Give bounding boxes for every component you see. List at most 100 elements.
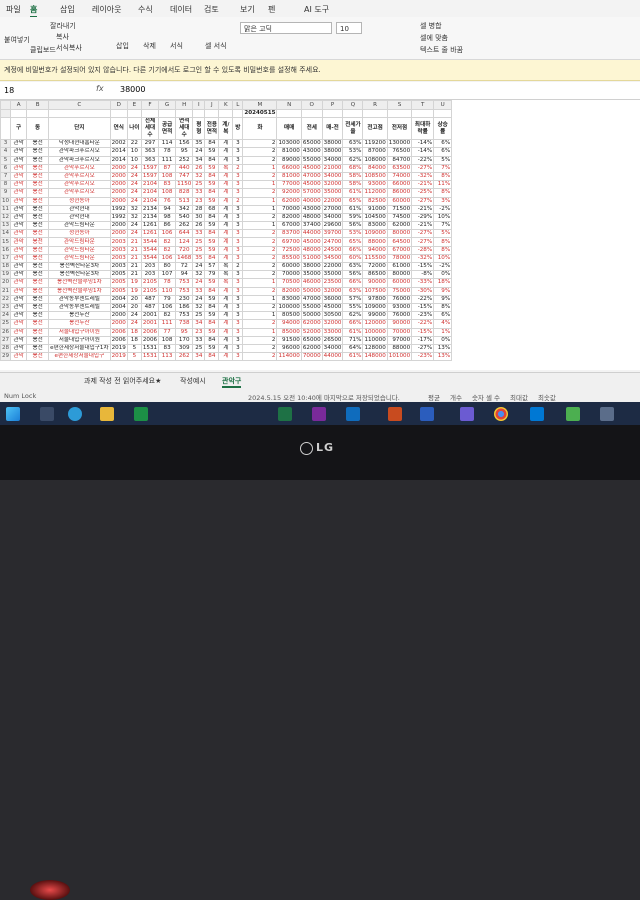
cell[interactable]: [126, 108, 142, 119]
ribbon-tab-7[interactable]: 보기: [240, 4, 255, 15]
cell[interactable]: 20: [126, 302, 142, 313]
column-header-P[interactable]: P: [321, 100, 344, 110]
cell[interactable]: 262: [175, 221, 194, 231]
cell[interactable]: 계: [218, 352, 234, 362]
row-header[interactable]: 22: [0, 294, 12, 304]
cell[interactable]: 5: [126, 343, 142, 354]
cell[interactable]: 4%: [433, 319, 453, 329]
cell[interactable]: 관악: [10, 196, 28, 206]
cell[interactable]: 120000: [362, 319, 388, 329]
cell[interactable]: 203: [140, 261, 160, 272]
cell[interactable]: 80: [158, 261, 177, 272]
cell[interactable]: 6%: [433, 139, 453, 149]
cell[interactable]: 60000: [386, 196, 413, 206]
cell[interactable]: 43000: [300, 204, 323, 214]
sheet-tab-1[interactable]: 작성예시: [180, 376, 206, 386]
cell[interactable]: 관악드림타운: [48, 253, 111, 264]
ribbon-tab-6[interactable]: 검토: [204, 4, 219, 15]
cell[interactable]: 2104: [140, 180, 160, 190]
cell[interactable]: 봉천: [26, 302, 50, 313]
cell[interactable]: 37400: [300, 221, 323, 231]
cell[interactable]: 67000: [276, 221, 302, 231]
cell[interactable]: 6%: [433, 311, 453, 321]
cell[interactable]: [140, 108, 160, 119]
cell[interactable]: 계: [218, 237, 234, 247]
cell[interactable]: 513: [175, 196, 194, 206]
cell[interactable]: 25: [192, 180, 206, 190]
column-header-G[interactable]: G: [158, 100, 177, 110]
cell[interactable]: 80000: [386, 229, 413, 239]
cell[interactable]: 82000: [276, 286, 302, 296]
cell[interactable]: 낙성대현대홈타운: [48, 139, 111, 149]
cell[interactable]: 59: [204, 163, 220, 173]
cell[interactable]: 747: [175, 171, 194, 182]
cell[interactable]: 112000: [362, 188, 388, 198]
cell[interactable]: 0%: [433, 270, 453, 280]
cell[interactable]: 20: [126, 294, 142, 304]
cell[interactable]: 80500: [276, 311, 302, 321]
cell[interactable]: 봉천: [26, 278, 50, 288]
cell[interactable]: 95: [175, 327, 194, 337]
cell[interactable]: 66%: [342, 319, 364, 329]
cell[interactable]: 60%: [342, 253, 364, 264]
cell[interactable]: 24: [126, 188, 142, 198]
cell[interactable]: 3: [232, 319, 244, 329]
column-header-E[interactable]: E: [126, 100, 142, 110]
cell[interactable]: 1531: [140, 352, 160, 362]
cell[interactable]: 78: [158, 147, 177, 157]
cell[interactable]: [342, 108, 364, 119]
cell[interactable]: 60000: [386, 278, 413, 288]
cell[interactable]: -15%: [411, 327, 435, 337]
cell[interactable]: 44000: [321, 352, 344, 362]
column-header-A[interactable]: A: [10, 100, 28, 110]
cell[interactable]: 753: [175, 278, 194, 288]
cell[interactable]: 34000: [321, 343, 344, 354]
cell[interactable]: 23500: [321, 278, 344, 288]
cell[interactable]: 봉천벽산블루밍1차: [48, 286, 111, 296]
cell[interactable]: 봉천: [26, 155, 50, 165]
header-cell[interactable]: 동: [26, 117, 50, 141]
cell[interactable]: 봉천: [26, 319, 50, 329]
cell[interactable]: -21%: [411, 180, 435, 190]
cell[interactable]: 79: [204, 270, 220, 280]
cell[interactable]: 110000: [362, 335, 388, 345]
cell[interactable]: 관악: [10, 343, 28, 354]
cell[interactable]: 성현동아: [48, 229, 111, 239]
cell[interactable]: 66000: [386, 180, 413, 190]
shrink-fit-button[interactable]: 셀에 맞춤: [420, 33, 448, 43]
cell[interactable]: 65%: [342, 196, 364, 206]
cell[interactable]: 계: [218, 221, 234, 231]
cell[interactable]: 53%: [342, 229, 364, 239]
cell[interactable]: 3: [232, 171, 244, 182]
cell[interactable]: 62000: [386, 221, 413, 231]
cell[interactable]: 252: [175, 155, 194, 165]
cell[interactable]: 63%: [342, 286, 364, 296]
row-header[interactable]: 9: [0, 188, 12, 198]
cell[interactable]: 3: [232, 343, 244, 354]
column-header-L[interactable]: L: [232, 100, 244, 110]
ribbon-tab-9[interactable]: AI 도구: [304, 4, 329, 15]
cell[interactable]: 62%: [342, 311, 364, 321]
cell[interactable]: 1261: [140, 229, 160, 239]
cell[interactable]: 26: [192, 221, 206, 231]
cell[interactable]: 관악: [10, 302, 28, 313]
cell[interactable]: 3: [232, 245, 244, 255]
cell[interactable]: 148000: [362, 352, 388, 362]
cell[interactable]: 관악: [10, 180, 28, 190]
cell[interactable]: [321, 108, 344, 119]
header-cell[interactable]: 공급면적: [158, 117, 177, 141]
cell[interactable]: 1261: [140, 221, 160, 231]
cell[interactable]: 1: [242, 196, 278, 206]
cell[interactable]: 65000: [300, 139, 323, 149]
cell[interactable]: 76: [158, 196, 177, 206]
cell[interactable]: 130000: [386, 139, 413, 149]
cell[interactable]: 124: [175, 237, 194, 247]
cell[interactable]: -32%: [411, 171, 435, 182]
cell[interactable]: 관악푸르지오: [48, 180, 111, 190]
cell[interactable]: 2004: [109, 294, 128, 304]
cell[interactable]: 115500: [362, 253, 388, 264]
cell[interactable]: 2000: [109, 319, 128, 329]
cell[interactable]: 1: [242, 311, 278, 321]
cell[interactable]: 23: [192, 327, 206, 337]
cell[interactable]: [192, 108, 206, 119]
